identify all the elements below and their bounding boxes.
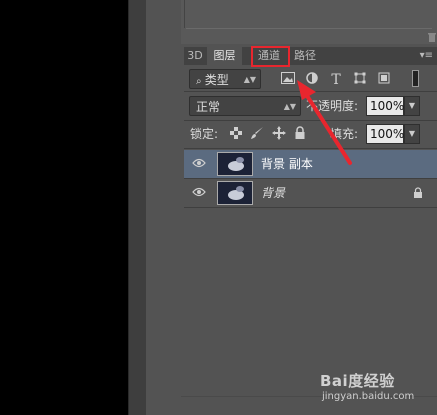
watermark: Bai度经验 jingyan.baidu.com <box>320 370 414 402</box>
watermark-url: jingyan.baidu.com <box>322 391 415 402</box>
annotation-arrow <box>297 80 352 165</box>
watermark-logo: Bai度经验 <box>320 372 395 390</box>
